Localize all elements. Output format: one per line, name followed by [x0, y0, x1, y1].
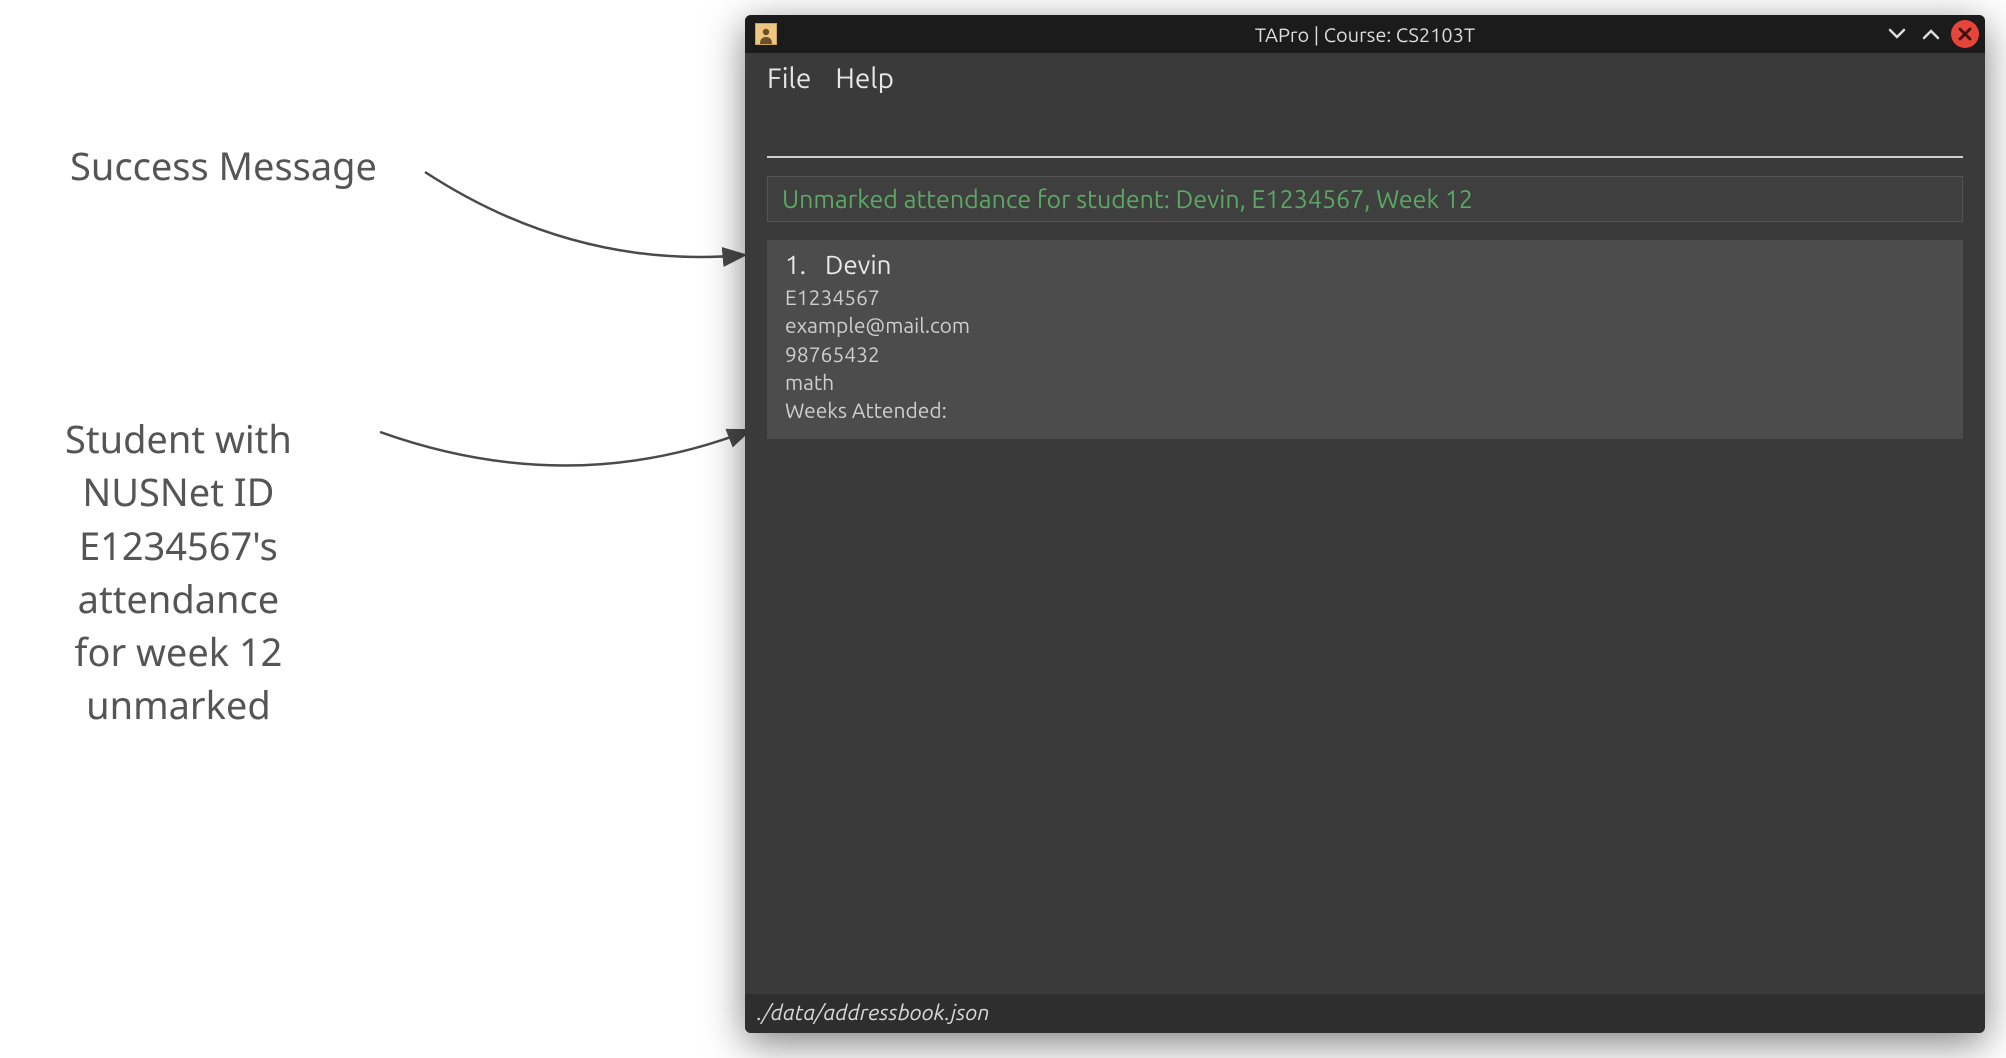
close-icon: [1958, 27, 1972, 41]
chevron-up-icon: [1922, 28, 1940, 40]
student-index: 1.: [785, 250, 819, 279]
student-phone: 98765432: [785, 340, 1945, 368]
student-name-row: 1. Devin: [785, 250, 1945, 279]
menu-bar: File Help: [745, 53, 1985, 100]
student-nusnet: E1234567: [785, 283, 1945, 311]
maximize-button[interactable]: [1917, 20, 1945, 48]
student-list: 1. Devin E1234567 example@mail.com 98765…: [767, 240, 1963, 984]
result-message: Unmarked attendance for student: Devin, …: [767, 176, 1963, 222]
chevron-down-icon: [1888, 28, 1906, 40]
student-email: example@mail.com: [785, 311, 1945, 339]
app-icon: [755, 23, 777, 45]
command-input[interactable]: [767, 108, 1963, 144]
student-name: Devin: [825, 250, 892, 279]
window-title: TAPro | Course: CS2103T: [1255, 23, 1475, 46]
status-bar: ./data/addressbook.json: [745, 994, 1985, 1033]
menu-file[interactable]: File: [767, 63, 811, 94]
minimize-button[interactable]: [1883, 20, 1911, 48]
arrow-2-icon: [370, 360, 760, 500]
menu-help[interactable]: Help: [835, 63, 894, 94]
app-window: TAPro | Course: CS2103T File Help Unmark…: [745, 15, 1985, 1033]
command-area: [745, 100, 1985, 158]
student-major: math: [785, 368, 1945, 396]
close-button[interactable]: [1951, 20, 1979, 48]
arrow-1-icon: [415, 150, 755, 270]
student-card[interactable]: 1. Devin E1234567 example@mail.com 98765…: [767, 240, 1963, 439]
title-bar: TAPro | Course: CS2103T: [745, 15, 1985, 53]
status-path: ./data/addressbook.json: [757, 1000, 989, 1025]
annotation-student-unmarked: Student with NUSNet ID E1234567's attend…: [65, 360, 292, 732]
student-weeks-attended: Weeks Attended:: [785, 396, 1945, 424]
annotation-success-message: Success Message: [70, 140, 377, 193]
